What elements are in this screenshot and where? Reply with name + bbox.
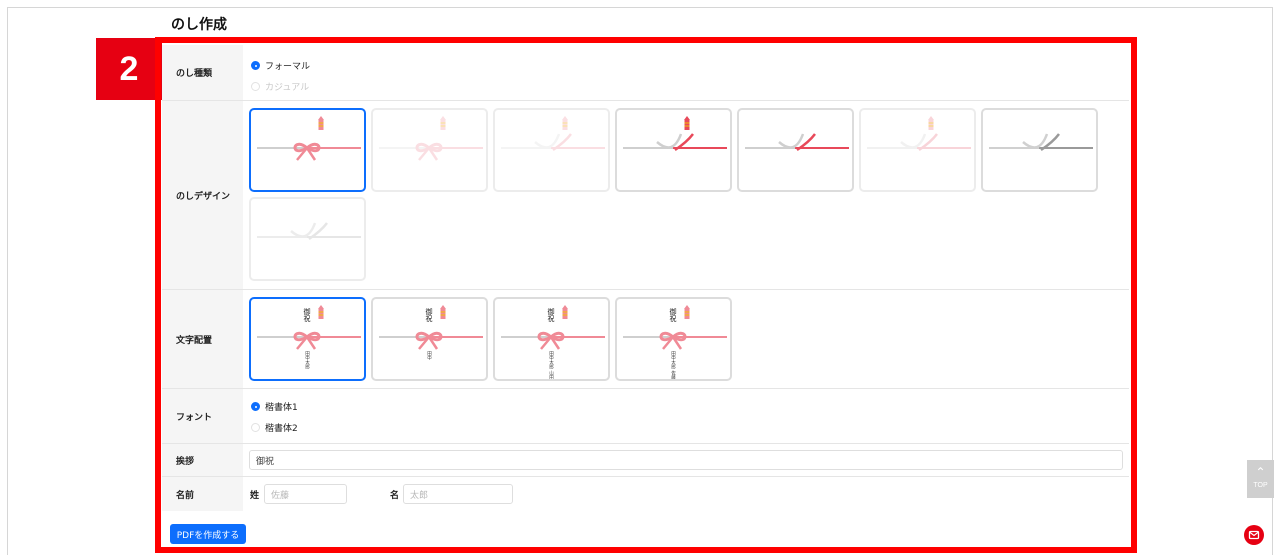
page-title: のし作成	[171, 17, 227, 33]
step-badge: 2	[96, 38, 162, 100]
create-pdf-button[interactable]: PDFを作成する	[170, 524, 246, 544]
chevron-up-icon: ⌃	[1255, 465, 1266, 479]
step-highlight-frame	[155, 37, 1137, 553]
mail-button[interactable]	[1244, 525, 1264, 545]
top-button-label: TOP	[1253, 482, 1268, 489]
scroll-top-button[interactable]: ⌃ TOP	[1247, 460, 1274, 498]
mail-icon	[1248, 530, 1260, 540]
